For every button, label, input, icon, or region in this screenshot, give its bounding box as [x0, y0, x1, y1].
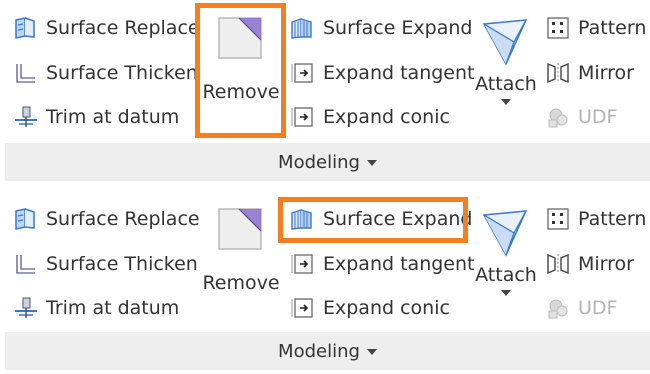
- surface-replace-icon: [13, 207, 39, 231]
- surface-thicken-label: Surface Thicken: [46, 253, 198, 275]
- trim-at-datum-icon: [13, 105, 39, 129]
- attach-label: Attach: [475, 264, 537, 286]
- ribbon-panel-top: Surface Replace Surface Thicken Trim at …: [5, 0, 650, 185]
- mirror-label: Mirror: [578, 62, 634, 84]
- attach-icon: [480, 209, 532, 262]
- trim-at-datum-icon: [13, 296, 39, 320]
- expand-conic-button[interactable]: Expand conic: [290, 101, 450, 133]
- group-title: Modeling: [278, 151, 360, 173]
- surface-thicken-icon: [13, 61, 39, 85]
- surface-replace-button[interactable]: Surface Replace: [13, 12, 200, 44]
- expand-conic-icon: [290, 105, 316, 129]
- surface-replace-label: Surface Replace: [46, 17, 200, 39]
- surface-thicken-label: Surface Thicken: [46, 62, 198, 84]
- group-title: Modeling: [278, 340, 360, 362]
- udf-icon: [545, 296, 571, 320]
- expand-tangent-icon: [290, 61, 316, 85]
- mirror-button[interactable]: Mirror: [545, 57, 634, 89]
- udf-button[interactable]: UDF: [545, 292, 617, 324]
- surface-expand-label: Surface Expand: [323, 17, 473, 39]
- remove-button[interactable]: Remove: [202, 205, 280, 294]
- attach-button[interactable]: Attach: [473, 209, 539, 296]
- surface-thicken-icon: [13, 252, 39, 276]
- mirror-button[interactable]: Mirror: [545, 248, 634, 280]
- udf-button[interactable]: UDF: [545, 101, 617, 133]
- expand-tangent-icon: [290, 252, 316, 276]
- pattern-label: Pattern: [578, 208, 647, 230]
- group-dropdown-icon: [366, 349, 377, 355]
- surface-replace-icon: [13, 16, 39, 40]
- expand-conic-button[interactable]: Expand conic: [290, 292, 450, 324]
- modeling-group-label[interactable]: Modeling: [5, 332, 650, 370]
- trim-at-datum-label: Trim at datum: [46, 297, 180, 319]
- trim-at-datum-button[interactable]: Trim at datum: [13, 101, 179, 133]
- pattern-icon: [545, 207, 571, 231]
- highlight-surface-expand: [278, 197, 468, 243]
- expand-conic-icon: [290, 296, 316, 320]
- mirror-icon: [545, 61, 571, 85]
- udf-label: UDF: [578, 106, 618, 128]
- pattern-label: Pattern: [578, 17, 647, 39]
- expand-conic-label: Expand conic: [323, 297, 450, 319]
- trim-at-datum-label: Trim at datum: [46, 106, 180, 128]
- group-dropdown-icon: [366, 160, 377, 166]
- mirror-icon: [545, 252, 571, 276]
- surface-thicken-button[interactable]: Surface Thicken: [13, 57, 198, 89]
- attach-dropdown-icon[interactable]: [501, 290, 511, 296]
- surface-replace-label: Surface Replace: [46, 208, 200, 230]
- surface-thicken-button[interactable]: Surface Thicken: [13, 248, 198, 280]
- remove-label: Remove: [202, 272, 280, 294]
- attach-label: Attach: [475, 73, 537, 95]
- expand-tangent-button[interactable]: Expand tangent: [290, 248, 474, 280]
- mirror-label: Mirror: [578, 253, 634, 275]
- attach-dropdown-icon[interactable]: [501, 99, 511, 105]
- surface-replace-button[interactable]: Surface Replace: [13, 203, 200, 235]
- modeling-group-label[interactable]: Modeling: [5, 143, 650, 181]
- attach-icon: [480, 18, 532, 71]
- expand-tangent-label: Expand tangent: [323, 62, 475, 84]
- pattern-button[interactable]: Pattern: [545, 12, 646, 44]
- pattern-button[interactable]: Pattern: [545, 203, 646, 235]
- expand-tangent-label: Expand tangent: [323, 253, 475, 275]
- ribbon-panel-bottom: Surface Replace Surface Thicken Trim at …: [5, 189, 650, 374]
- udf-icon: [545, 105, 571, 129]
- remove-icon: [217, 205, 265, 258]
- surface-expand-icon: [290, 16, 316, 40]
- trim-at-datum-button[interactable]: Trim at datum: [13, 292, 179, 324]
- udf-label: UDF: [578, 297, 618, 319]
- pattern-icon: [545, 16, 571, 40]
- expand-conic-label: Expand conic: [323, 106, 450, 128]
- highlight-remove: [195, 3, 286, 138]
- attach-button[interactable]: Attach: [473, 18, 539, 105]
- surface-expand-button[interactable]: Surface Expand: [290, 12, 472, 44]
- expand-tangent-button[interactable]: Expand tangent: [290, 57, 474, 89]
